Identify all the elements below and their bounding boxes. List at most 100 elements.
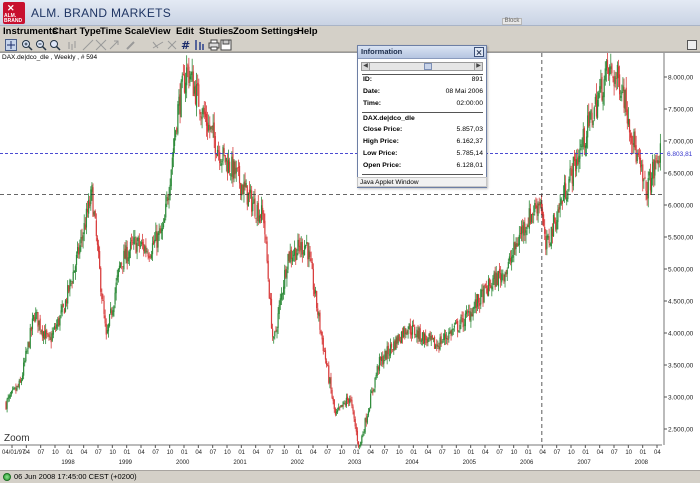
candle-body: [144, 246, 146, 253]
close-icon[interactable]: [474, 47, 484, 57]
menu-zoom[interactable]: Zoom: [233, 26, 259, 38]
candle-body: [654, 160, 656, 176]
candle-body: [210, 126, 212, 129]
dock-icon[interactable]: [687, 40, 697, 50]
zoom-in-icon[interactable]: [21, 39, 33, 51]
candle-body: [339, 406, 341, 408]
candle-body: [312, 268, 314, 290]
info-key: Date:: [363, 88, 380, 95]
candle-body: [160, 228, 162, 234]
info-row-id: ID: 891: [363, 76, 483, 86]
candle-body: [104, 315, 106, 324]
block-chip[interactable]: Block: [502, 18, 522, 25]
y-tick-label: 7.000,00: [668, 139, 694, 146]
x-tick-label: 04: [195, 450, 202, 456]
crosshair-icon[interactable]: [5, 39, 17, 51]
scroll-left-icon[interactable]: ◀: [362, 63, 370, 70]
fibonacci-icon[interactable]: [95, 39, 107, 51]
candle-body: [99, 251, 101, 269]
candle-body: [106, 330, 108, 334]
trend-line-icon[interactable]: [82, 39, 94, 51]
candle-body: [599, 86, 601, 93]
candle-body: [515, 243, 517, 249]
candle-body: [414, 326, 416, 335]
candle-body: [554, 217, 556, 223]
candle-body: [139, 245, 141, 247]
menu-settings[interactable]: Settings: [261, 26, 298, 38]
candle-body: [220, 163, 222, 166]
candle-body: [182, 74, 184, 76]
menu-instruments[interactable]: Instruments: [3, 26, 57, 38]
scroll-right-icon[interactable]: ▶: [474, 63, 482, 70]
candle-body: [202, 107, 204, 115]
candle-body: [46, 330, 48, 335]
candle-body: [308, 250, 310, 260]
title-bar: ✕ ALM. BRAND ALM. BRAND MARKETS Block: [0, 0, 700, 26]
candle-body: [374, 377, 376, 388]
information-window[interactable]: Information ◀ ▶ ID: 891 Date: 08 Mai 200…: [357, 45, 487, 188]
menu-time-scale[interactable]: Time Scale: [100, 26, 149, 38]
candle-body: [634, 131, 636, 148]
chart-panel[interactable]: 8.000,00 7.500,00 7.000,00 6.500,00 6.000,00…: [0, 52, 700, 470]
candle-body: [327, 365, 329, 367]
info-key: Low Price:: [363, 150, 398, 157]
price-chart[interactable]: 8.000,00 7.500,00 7.000,00 6.500,00 6.000,00…: [0, 53, 700, 471]
y-tick-label: 4.000,00: [668, 331, 694, 338]
bar-chart-icon[interactable]: [66, 39, 78, 51]
candle-body: [453, 325, 455, 328]
candle-body: [589, 112, 591, 123]
candle-body: [81, 237, 83, 239]
candle-body: [204, 111, 206, 118]
scroll-thumb[interactable]: [424, 63, 432, 70]
zoom-out-icon[interactable]: [35, 39, 47, 51]
candle-body: [656, 160, 658, 163]
candle-body: [294, 248, 296, 256]
candle-body: [573, 156, 576, 161]
candle-body: [43, 330, 46, 340]
menu-edit[interactable]: Edit: [176, 26, 194, 38]
candle-body: [118, 265, 121, 270]
grid-icon[interactable]: #: [181, 39, 193, 51]
year-label: 2002: [291, 460, 305, 466]
candle-body: [364, 418, 366, 433]
pencil-icon[interactable]: [125, 39, 137, 51]
x-tick-label: 01: [124, 450, 131, 456]
candle-body: [546, 235, 548, 249]
zoom-reset-icon[interactable]: [49, 39, 61, 51]
candle-body: [38, 320, 40, 325]
info-title-bar[interactable]: Information: [358, 46, 486, 59]
svg-text:#: #: [181, 39, 190, 51]
candle-body: [413, 325, 415, 326]
menu-help[interactable]: Help: [297, 26, 318, 38]
save-icon[interactable]: [220, 39, 232, 51]
arrow-icon[interactable]: [108, 39, 120, 51]
candle-body: [569, 168, 571, 181]
menu-chart-type[interactable]: Chart Type: [52, 26, 101, 38]
candle-body: [576, 159, 578, 169]
candle-body: [297, 239, 299, 251]
indicator-icon[interactable]: [193, 39, 205, 51]
candle-body: [278, 305, 280, 314]
print-icon[interactable]: [208, 39, 220, 51]
line-style-icon[interactable]: [152, 39, 164, 51]
candle-body: [490, 285, 492, 288]
delete-icon[interactable]: [166, 39, 178, 51]
candle-body: [96, 238, 99, 245]
candle-body: [433, 337, 436, 349]
candle-body: [379, 356, 382, 361]
candle-body: [496, 273, 498, 286]
info-value: 5.857,03: [456, 126, 483, 133]
candle-body: [129, 241, 132, 251]
candle-body: [125, 245, 127, 261]
candle-body: [563, 182, 566, 198]
candle-body: [396, 337, 398, 344]
menu-view[interactable]: View: [149, 26, 170, 38]
candle-body: [233, 160, 235, 179]
menu-studies[interactable]: Studies: [199, 26, 233, 38]
candle-body: [559, 202, 561, 210]
candle-body: [309, 251, 311, 258]
candle-body: [331, 389, 333, 398]
candle-body: [534, 203, 536, 213]
info-scrollbar[interactable]: ◀ ▶: [361, 62, 483, 71]
candle-body: [430, 335, 432, 340]
